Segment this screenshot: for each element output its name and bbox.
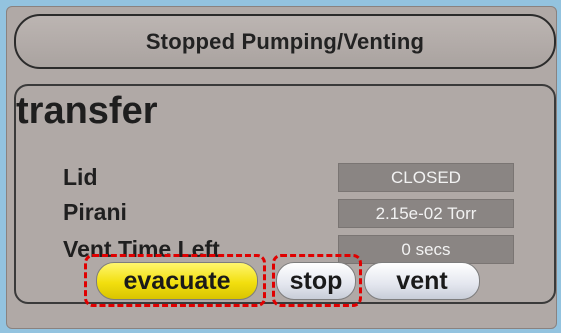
lid-value: CLOSED (338, 163, 514, 192)
evacuate-highlight (84, 254, 266, 307)
group-title: transfer (16, 90, 158, 132)
stop-highlight (272, 254, 362, 307)
pirani-label: Pirani (63, 199, 127, 225)
vent-time-left-value: 0 secs (338, 235, 514, 264)
vent-button[interactable]: vent (364, 262, 480, 300)
pirani-value: 2.15e-02 Torr (338, 199, 514, 228)
status-text: Stopped Pumping/Venting (145, 28, 425, 54)
lid-label: Lid (63, 164, 98, 190)
status-banner: Stopped Pumping/Venting (14, 14, 556, 69)
